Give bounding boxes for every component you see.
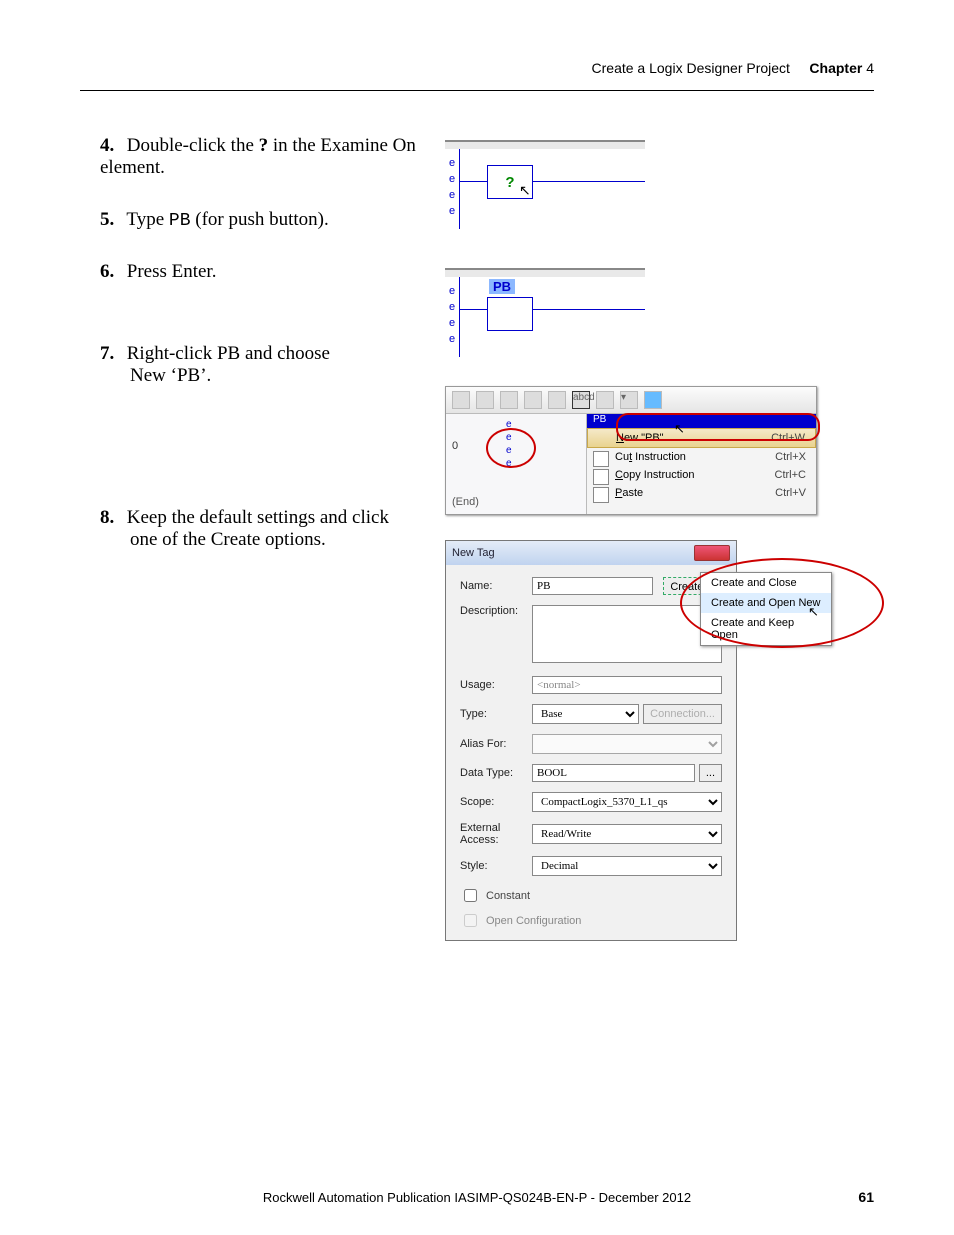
scope-select[interactable]: CompactLogix_5370_L1_qs	[532, 792, 722, 812]
step-5: 5. Type PB (for push button).	[100, 209, 420, 231]
style-select[interactable]: Decimal	[532, 856, 722, 876]
breadcrumb: Create a Logix Designer Project	[592, 60, 790, 76]
label-usage: Usage:	[460, 679, 532, 691]
label-type: Type:	[460, 708, 532, 720]
header-rule	[80, 90, 874, 91]
toolbar-icon[interactable]	[476, 391, 494, 409]
label-style: Style:	[460, 860, 532, 872]
datatype-browse-button[interactable]: ...	[699, 764, 722, 782]
page-number: 61	[858, 1189, 874, 1205]
rung-end: (End)	[452, 496, 479, 508]
label-alias: Alias For:	[460, 738, 532, 750]
step-4: 4. Double-click the ? in the Examine On …	[100, 135, 420, 179]
tag-label[interactable]: PB	[489, 279, 515, 294]
figure-rung-pb: eeee PB	[445, 268, 645, 357]
dialog-title: New Tag	[452, 547, 495, 559]
steps-list: 4. Double-click the ? in the Examine On …	[100, 135, 420, 581]
edit-markers: eeee	[445, 149, 459, 229]
menu-item-copy[interactable]: Copy Instruction Ctrl+C	[587, 466, 816, 484]
examine-on-element[interactable]	[487, 297, 533, 331]
ladder-toolbar: abcd ▾	[446, 387, 816, 414]
label-scope: Scope:	[460, 796, 532, 808]
cursor-icon: ↖	[674, 421, 685, 437]
name-field[interactable]	[532, 577, 653, 595]
callout-circle-icon	[486, 428, 536, 468]
dialog-titlebar[interactable]: New Tag	[446, 541, 736, 565]
usage-field	[532, 676, 722, 694]
chapter-label: Chapter	[809, 60, 862, 76]
step-7: 7. Right-click PB and choose New ‘PB’.	[100, 343, 420, 387]
toolbar-icon[interactable]	[548, 391, 566, 409]
figure-rung-question: eeee ? ↖	[445, 140, 645, 229]
toolbar-icon[interactable]	[596, 391, 614, 409]
datatype-field[interactable]	[532, 764, 695, 782]
copy-icon	[593, 469, 609, 485]
cursor-icon: ↖	[808, 604, 819, 620]
scissors-icon	[593, 451, 609, 467]
toolbar-dropdown-icon[interactable]: ▾	[620, 391, 638, 409]
chapter-number: 4	[866, 60, 874, 76]
toolbar-icon[interactable]	[524, 391, 542, 409]
rung-number: 0	[452, 440, 458, 452]
menu-item-paste[interactable]: Paste Ctrl+V	[587, 484, 816, 502]
figure-context-menu: abcd ▾ eeee 0 (End) PB New "PB" Ctrl+W C…	[445, 386, 817, 515]
toolbar-icon[interactable]	[500, 391, 518, 409]
step-6: 6. Press Enter.	[100, 261, 420, 283]
extaccess-select[interactable]: Read/Write	[532, 824, 722, 844]
label-extaccess: ExternalAccess:	[460, 822, 532, 846]
toolbar-icon[interactable]	[452, 391, 470, 409]
toolbar-icon[interactable]	[644, 391, 662, 409]
running-header: Create a Logix Designer Project Chapter …	[592, 60, 874, 76]
step-8: 8. Keep the default settings and click o…	[100, 507, 420, 551]
cursor-icon: ↖	[519, 183, 531, 200]
callout-circle-icon	[616, 413, 820, 441]
toolbar-icon[interactable]: abcd	[572, 391, 590, 409]
callout-circle-icon	[680, 558, 884, 648]
connection-button: Connection...	[643, 704, 722, 724]
type-select[interactable]: Base	[532, 704, 639, 724]
question-mark-icon: ?	[505, 174, 514, 191]
label-name: Name:	[460, 580, 532, 592]
label-datatype: Data Type:	[460, 767, 532, 779]
edit-markers: eeee	[445, 277, 459, 357]
close-icon[interactable]	[694, 545, 730, 561]
publication-footer: Rockwell Automation Publication IASIMP-Q…	[0, 1190, 954, 1205]
paste-icon	[593, 487, 609, 503]
label-description: Description:	[460, 605, 532, 617]
openconfig-checkbox[interactable]: Open Configuration	[460, 911, 722, 930]
alias-select	[532, 734, 722, 754]
menu-item-cut[interactable]: Cut Instruction Ctrl+X	[587, 448, 816, 466]
constant-checkbox[interactable]: Constant	[460, 886, 722, 905]
